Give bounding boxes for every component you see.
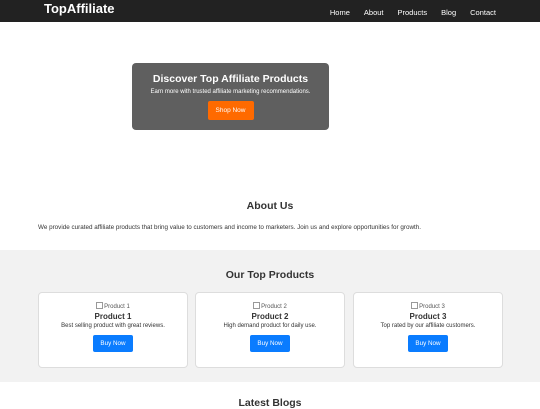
product-card-2: Product 2 Product 2 High demand product … [195, 292, 345, 368]
product-desc-1: Best selling product with great reviews. [61, 323, 165, 329]
about-title: About Us [246, 200, 294, 212]
product-image-2: Product 2 [196, 302, 344, 310]
broken-image-icon [96, 302, 104, 309]
hero-card: Discover Top Affiliate Products Earn mor… [132, 63, 329, 130]
navbar: TopAffiliate Home About Products Blog Co… [0, 0, 540, 22]
hero-subtitle: Earn more with trusted affiliate marketi… [150, 89, 311, 95]
blog-title: Latest Blogs [238, 397, 302, 409]
nav-links: Home About Products Blog Contact [330, 8, 496, 17]
products-section: Our Top Products Product 1 Product 1 Bes… [0, 250, 540, 382]
product-image-alt-3: Product 3 [419, 304, 445, 310]
nav-link-about[interactable]: About [364, 8, 384, 17]
product-desc-2: High demand product for daily use. [223, 323, 317, 329]
hero-title: Discover Top Affiliate Products [152, 73, 309, 85]
product-name-1: Product 1 [94, 312, 132, 321]
product-desc-3: Top rated by our affiliate customers. [380, 323, 476, 329]
product-name-3: Product 3 [409, 312, 447, 321]
product-image-alt-1: Product 1 [104, 304, 130, 310]
buy-now-button-1[interactable]: Buy Now [93, 335, 133, 352]
shop-now-button[interactable]: Shop Now [207, 101, 254, 120]
buy-now-button-3[interactable]: Buy Now [408, 335, 448, 352]
product-image-alt-2: Product 2 [261, 304, 287, 310]
product-card-1: Product 1 Product 1 Best selling product… [38, 292, 188, 368]
nav-link-contact[interactable]: Contact [470, 8, 496, 17]
broken-image-icon [411, 302, 419, 309]
product-name-2: Product 2 [251, 312, 289, 321]
product-card-3: Product 3 Product 3 Top rated by our aff… [353, 292, 503, 368]
about-text: We provide curated affiliate products th… [38, 224, 422, 231]
nav-link-home[interactable]: Home [330, 8, 350, 17]
product-image-3: Product 3 [354, 302, 502, 310]
product-image-1: Product 1 [39, 302, 187, 310]
products-title: Our Top Products [225, 269, 315, 281]
nav-link-blog[interactable]: Blog [441, 8, 456, 17]
buy-now-button-2[interactable]: Buy Now [250, 335, 290, 352]
broken-image-icon [253, 302, 261, 309]
nav-link-products[interactable]: Products [398, 8, 428, 17]
site-logo[interactable]: TopAffiliate [44, 2, 115, 15]
